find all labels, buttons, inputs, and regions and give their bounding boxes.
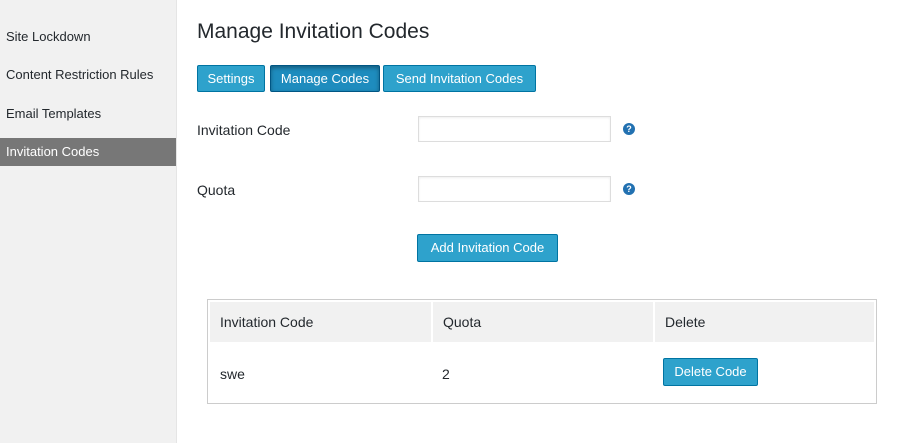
quota-help-icon[interactable]: ? bbox=[623, 183, 635, 195]
table-header: Invitation Code Quota Delete bbox=[210, 302, 874, 342]
invitation-codes-table: Invitation Code Quota Delete swe 2 Delet… bbox=[207, 299, 877, 404]
tab-settings[interactable]: Settings bbox=[197, 65, 265, 92]
tab-manage-codes[interactable]: Manage Codes bbox=[270, 65, 380, 92]
sidebar-item-content-restriction-rules[interactable]: Content Restriction Rules bbox=[0, 61, 176, 89]
column-header-invitation-code: Invitation Code bbox=[210, 302, 433, 342]
main-content: Manage Invitation Codes Settings Manage … bbox=[177, 0, 912, 443]
delete-code-button[interactable]: Delete Code bbox=[663, 358, 758, 386]
sidebar-item-email-templates[interactable]: Email Templates bbox=[0, 100, 176, 128]
invitation-code-label: Invitation Code bbox=[197, 122, 291, 138]
column-header-quota: Quota bbox=[433, 302, 655, 342]
cell-invitation-code: swe bbox=[220, 366, 245, 382]
tab-send-invitation-codes[interactable]: Send Invitation Codes bbox=[383, 65, 536, 92]
sidebar-item-invitation-codes[interactable]: Invitation Codes bbox=[0, 138, 176, 166]
sidebar: Site Lockdown Content Restriction Rules … bbox=[0, 0, 177, 443]
quota-label: Quota bbox=[197, 182, 236, 198]
page-title: Manage Invitation Codes bbox=[197, 20, 430, 43]
column-header-delete: Delete bbox=[665, 314, 706, 330]
sidebar-item-site-lockdown[interactable]: Site Lockdown bbox=[0, 23, 176, 51]
add-invitation-code-button[interactable]: Add Invitation Code bbox=[417, 234, 558, 262]
invitation-code-input[interactable] bbox=[418, 116, 611, 142]
app-window: Site Lockdown Content Restriction Rules … bbox=[0, 0, 912, 443]
cell-quota: 2 bbox=[442, 366, 450, 382]
quota-input[interactable] bbox=[418, 176, 611, 202]
invitation-code-help-icon[interactable]: ? bbox=[623, 123, 635, 135]
